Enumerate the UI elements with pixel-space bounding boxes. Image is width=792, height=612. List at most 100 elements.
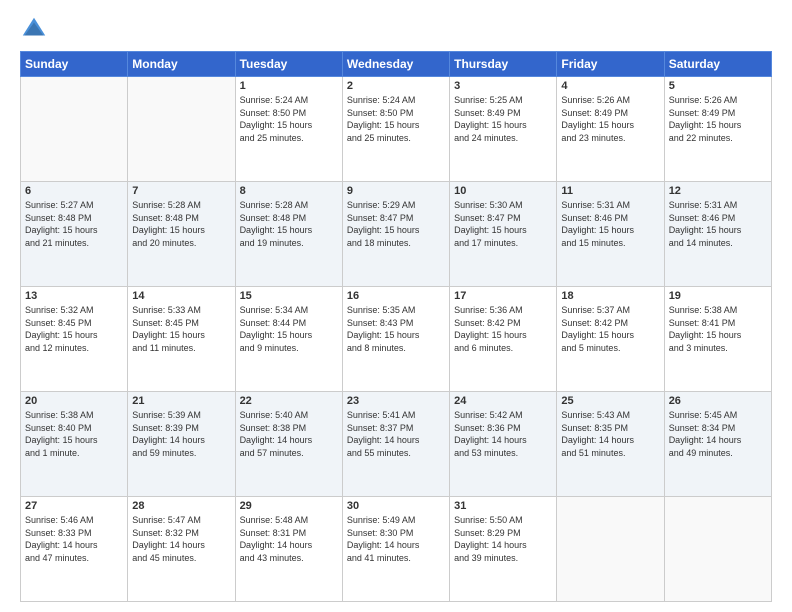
day-number: 19 [669,290,767,302]
calendar-day-cell: 27Sunrise: 5:46 AM Sunset: 8:33 PM Dayli… [21,497,128,602]
day-number: 7 [132,185,230,197]
day-number: 26 [669,395,767,407]
calendar-day-cell: 22 Sunrise: 5:40 AM Sunset: 8:38 PM Dayli… [235,392,342,497]
day-number: 14 [132,290,230,302]
weekday-header: Tuesday [235,52,342,77]
day-info: Sunrise: 5:28 AM Sunset: 8:48 PM Dayligh… [132,199,230,249]
calendar-week-row: 27Sunrise: 5:46 AM Sunset: 8:33 PM Dayli… [21,497,772,602]
weekday-header: Thursday [450,52,557,77]
day-info: Sunrise: 5:41 AM Sunset: 8:37 PM Dayligh… [347,409,445,459]
day-number: 10 [454,185,552,197]
calendar-day-cell: 2 Sunrise: 5:24 AM Sunset: 8:50 PM Daylig… [342,77,449,182]
day-number: 21 [132,395,230,407]
day-info: Sunrise: 5:48 AM Sunset: 8:31 PM Dayligh… [240,514,338,564]
day-number: 15 [240,290,338,302]
calendar-week-row: 1 Sunrise: 5:24 AM Sunset: 8:50 PM Daylig… [21,77,772,182]
calendar-day-cell: 25Sunrise: 5:43 AM Sunset: 8:35 PM Dayli… [557,392,664,497]
calendar-day-cell: 15 Sunrise: 5:34 AM Sunset: 8:44 PM Dayli… [235,287,342,392]
day-number: 4 [561,80,659,92]
day-number: 16 [347,290,445,302]
day-number: 18 [561,290,659,302]
day-info: Sunrise: 5:25 AM Sunset: 8:49 PM Dayligh… [454,94,552,144]
day-info: Sunrise: 5:26 AM Sunset: 8:49 PM Dayligh… [669,94,767,144]
calendar-day-cell: 21 Sunrise: 5:39 AM Sunset: 8:39 PM Dayli… [128,392,235,497]
day-info: Sunrise: 5:50 AM Sunset: 8:29 PM Dayligh… [454,514,552,564]
day-info: Sunrise: 5:47 AM Sunset: 8:32 PM Dayligh… [132,514,230,564]
day-info: Sunrise: 5:24 AM Sunset: 8:50 PM Dayligh… [347,94,445,144]
day-number: 22 [240,395,338,407]
weekday-header: Friday [557,52,664,77]
day-number: 3 [454,80,552,92]
logo [20,15,52,43]
day-number: 5 [669,80,767,92]
calendar-day-cell [21,77,128,182]
calendar-day-cell: 23 Sunrise: 5:41 AM Sunset: 8:37 PM Dayli… [342,392,449,497]
day-number: 30 [347,500,445,512]
calendar-day-cell [128,77,235,182]
calendar-day-cell: 6Sunrise: 5:27 AM Sunset: 8:48 PM Daylig… [21,182,128,287]
day-info: Sunrise: 5:38 AM Sunset: 8:40 PM Dayligh… [25,409,123,459]
day-number: 1 [240,80,338,92]
day-number: 2 [347,80,445,92]
day-info: Sunrise: 5:30 AM Sunset: 8:47 PM Dayligh… [454,199,552,249]
calendar-day-cell: 8Sunrise: 5:28 AM Sunset: 8:48 PM Daylig… [235,182,342,287]
day-number: 20 [25,395,123,407]
calendar-day-cell: 31 Sunrise: 5:50 AM Sunset: 8:29 PM Dayli… [450,497,557,602]
day-number: 12 [669,185,767,197]
calendar-day-cell: 30 Sunrise: 5:49 AM Sunset: 8:30 PM Dayli… [342,497,449,602]
day-info: Sunrise: 5:24 AM Sunset: 8:50 PM Dayligh… [240,94,338,144]
day-info: Sunrise: 5:31 AM Sunset: 8:46 PM Dayligh… [669,199,767,249]
day-number: 25 [561,395,659,407]
calendar-day-cell: 7 Sunrise: 5:28 AM Sunset: 8:48 PM Daylig… [128,182,235,287]
day-info: Sunrise: 5:26 AM Sunset: 8:49 PM Dayligh… [561,94,659,144]
day-info: Sunrise: 5:38 AM Sunset: 8:41 PM Dayligh… [669,304,767,354]
day-info: Sunrise: 5:39 AM Sunset: 8:39 PM Dayligh… [132,409,230,459]
calendar-day-cell [664,497,771,602]
weekday-header: Wednesday [342,52,449,77]
calendar-day-cell: 1 Sunrise: 5:24 AM Sunset: 8:50 PM Daylig… [235,77,342,182]
day-info: Sunrise: 5:34 AM Sunset: 8:44 PM Dayligh… [240,304,338,354]
calendar-table: SundayMondayTuesdayWednesdayThursdayFrid… [20,51,772,602]
calendar-week-row: 20 Sunrise: 5:38 AM Sunset: 8:40 PM Dayli… [21,392,772,497]
calendar-day-cell: 9Sunrise: 5:29 AM Sunset: 8:47 PM Daylig… [342,182,449,287]
calendar-week-row: 6Sunrise: 5:27 AM Sunset: 8:48 PM Daylig… [21,182,772,287]
calendar-day-cell: 4 Sunrise: 5:26 AM Sunset: 8:49 PM Daylig… [557,77,664,182]
day-info: Sunrise: 5:37 AM Sunset: 8:42 PM Dayligh… [561,304,659,354]
day-info: Sunrise: 5:40 AM Sunset: 8:38 PM Dayligh… [240,409,338,459]
calendar-day-cell: 14 Sunrise: 5:33 AM Sunset: 8:45 PM Dayli… [128,287,235,392]
weekday-header: Sunday [21,52,128,77]
calendar-day-cell: 19 Sunrise: 5:38 AM Sunset: 8:41 PM Dayli… [664,287,771,392]
day-info: Sunrise: 5:35 AM Sunset: 8:43 PM Dayligh… [347,304,445,354]
day-info: Sunrise: 5:36 AM Sunset: 8:42 PM Dayligh… [454,304,552,354]
day-info: Sunrise: 5:29 AM Sunset: 8:47 PM Dayligh… [347,199,445,249]
page: SundayMondayTuesdayWednesdayThursdayFrid… [0,0,792,612]
day-number: 17 [454,290,552,302]
weekday-header: Monday [128,52,235,77]
calendar-day-cell: 12 Sunrise: 5:31 AM Sunset: 8:46 PM Dayli… [664,182,771,287]
calendar-day-cell [557,497,664,602]
weekday-header: Saturday [664,52,771,77]
day-info: Sunrise: 5:28 AM Sunset: 8:48 PM Dayligh… [240,199,338,249]
calendar-day-cell: 5 Sunrise: 5:26 AM Sunset: 8:49 PM Daylig… [664,77,771,182]
day-info: Sunrise: 5:45 AM Sunset: 8:34 PM Dayligh… [669,409,767,459]
day-number: 28 [132,500,230,512]
calendar-day-cell: 13Sunrise: 5:32 AM Sunset: 8:45 PM Dayli… [21,287,128,392]
day-info: Sunrise: 5:32 AM Sunset: 8:45 PM Dayligh… [25,304,123,354]
calendar-day-cell: 24Sunrise: 5:42 AM Sunset: 8:36 PM Dayli… [450,392,557,497]
calendar-day-cell: 16 Sunrise: 5:35 AM Sunset: 8:43 PM Dayli… [342,287,449,392]
header [20,15,772,43]
calendar-day-cell: 3 Sunrise: 5:25 AM Sunset: 8:49 PM Daylig… [450,77,557,182]
day-number: 23 [347,395,445,407]
calendar-header-row: SundayMondayTuesdayWednesdayThursdayFrid… [21,52,772,77]
calendar-week-row: 13Sunrise: 5:32 AM Sunset: 8:45 PM Dayli… [21,287,772,392]
day-number: 11 [561,185,659,197]
day-info: Sunrise: 5:33 AM Sunset: 8:45 PM Dayligh… [132,304,230,354]
calendar-day-cell: 20 Sunrise: 5:38 AM Sunset: 8:40 PM Dayli… [21,392,128,497]
day-info: Sunrise: 5:46 AM Sunset: 8:33 PM Dayligh… [25,514,123,564]
day-info: Sunrise: 5:49 AM Sunset: 8:30 PM Dayligh… [347,514,445,564]
calendar-day-cell: 17 Sunrise: 5:36 AM Sunset: 8:42 PM Dayli… [450,287,557,392]
day-number: 31 [454,500,552,512]
day-info: Sunrise: 5:42 AM Sunset: 8:36 PM Dayligh… [454,409,552,459]
calendar-day-cell: 26 Sunrise: 5:45 AM Sunset: 8:34 PM Dayli… [664,392,771,497]
day-info: Sunrise: 5:31 AM Sunset: 8:46 PM Dayligh… [561,199,659,249]
